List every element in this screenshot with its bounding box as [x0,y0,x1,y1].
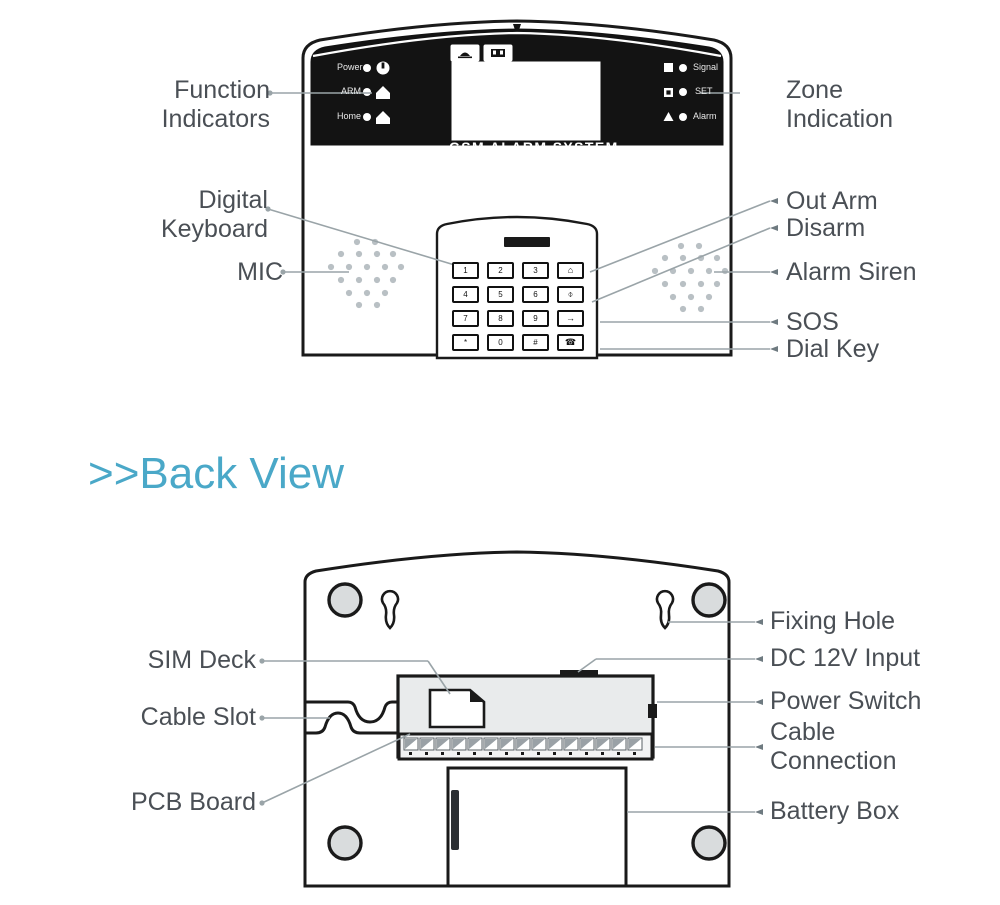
keypad-key-5[interactable]: 5 [487,286,514,303]
keypad-row: 7 8 9 → [452,310,584,327]
callout-digital-keyboard: Digital Keyboard [160,186,268,243]
back-leader-arrows [755,619,763,815]
callout-disarm: Disarm [786,214,866,242]
foot-bottom-right [691,825,727,861]
keypad-key-7[interactable]: 7 [452,310,479,327]
callout-pcb-board: PCB Board [130,788,256,816]
keypad-key-9[interactable]: 9 [522,310,549,327]
battery-box [446,766,628,888]
keypad-row: * 0 # ☎ [452,334,584,351]
indicator-label-signal: Signal [693,62,719,72]
keypad-key-#[interactable]: # [522,334,549,351]
keypad-key-2[interactable]: 2 [487,262,514,279]
callout-function-indicators: Function Indicators [161,76,270,133]
indicator-label-home: Home [337,111,362,121]
diagram-page: Power ARM Home Signal SET Alarm GSM ALAR… [0,0,1000,905]
callout-sim-deck: SIM Deck [147,646,256,674]
callout-zone-indication: Zone Indication [786,76,894,133]
out-arm-key[interactable]: ⌂ [557,262,584,279]
signal-led-dot [679,64,687,72]
home-led-dot [363,113,371,121]
icon-button-right[interactable] [483,44,513,62]
set-led-dot [679,88,687,96]
callout-fixing-hole: Fixing Hole [770,607,896,635]
callout-alarm-siren: Alarm Siren [786,258,917,286]
brand-caption: GSM ALARM SYSTEM [449,139,619,155]
indicator-label-arm: ARM [341,86,361,96]
callout-battery-box: Battery Box [770,797,900,825]
battery-latch[interactable] [451,790,459,850]
indicator-label-alarm: Alarm [693,111,717,121]
keypad-key-4[interactable]: 4 [452,286,479,303]
dial-key[interactable]: ☎ [557,334,584,351]
keypad-key-6[interactable]: 6 [522,286,549,303]
foot-bottom-left [327,825,363,861]
power-led-dot [363,64,371,72]
callout-out-arm: Out Arm [786,187,878,215]
signal-square-icon [664,63,673,72]
power-switch[interactable] [648,704,657,718]
indicator-label-power: Power [337,62,363,72]
lcd-screen [451,61,601,141]
back-leader-dots [259,658,265,806]
disarm-key[interactable]: ⌽ [557,286,584,303]
keypad-slot [504,237,550,247]
foot-top-left [327,582,363,618]
arm-led-dot [363,88,371,96]
alarm-led-dot [679,113,687,121]
icon-button-left[interactable] [450,44,480,62]
callout-dial-key: Dial Key [786,335,880,363]
callout-mic: MIC [237,258,283,286]
keypad-key-1[interactable]: 1 [452,262,479,279]
indicator-label-set: SET [695,86,713,96]
foot-top-right [691,582,727,618]
section-heading-back-view: >>Back View [88,449,345,498]
keypad-key-3[interactable]: 3 [522,262,549,279]
keypad-row: 1 2 3 ⌂ [452,262,584,279]
callout-cable-connection: Cable Connection [770,718,897,775]
keypad-key-0[interactable]: 0 [487,334,514,351]
front-leader-arrows [770,198,778,352]
keypad-key-*[interactable]: * [452,334,479,351]
keypad-key-8[interactable]: 8 [487,310,514,327]
keypad-row: 4 5 6 ⌽ [452,286,584,303]
cable-connection-strip [397,732,654,761]
callout-cable-slot: Cable Slot [140,703,256,731]
sos-key[interactable]: → [557,310,584,327]
callout-sos: SOS [786,308,839,336]
digital-keypad[interactable]: 1 2 3 ⌂ 4 5 6 ⌽ 7 8 9 → * 0 # ☎ [452,262,584,358]
callout-dc-12v-input: DC 12V Input [770,644,921,672]
callout-power-switch: Power Switch [770,687,922,715]
